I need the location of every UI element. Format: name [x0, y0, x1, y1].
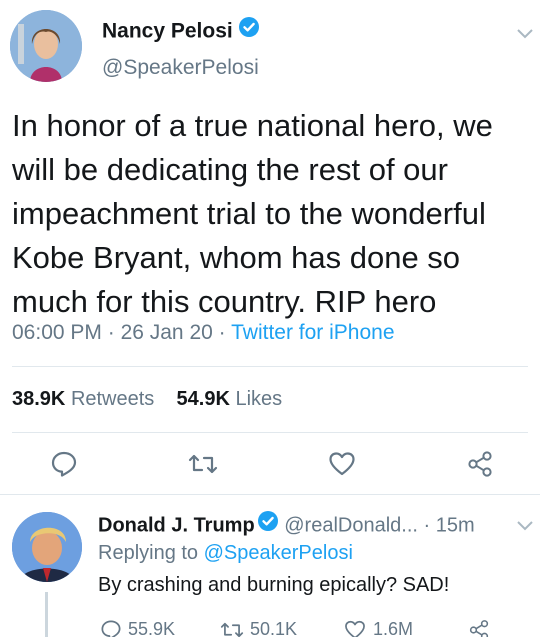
- share-icon[interactable]: [466, 450, 494, 478]
- meta-separator: ·: [212, 321, 232, 344]
- tweet-stats: 38.9K Retweets 54.9K Likes: [12, 388, 282, 411]
- like-icon[interactable]: [328, 450, 356, 478]
- replying-to-link[interactable]: @SpeakerPelosi: [204, 542, 353, 564]
- reply-author-name[interactable]: Donald J. Trump: [98, 514, 255, 536]
- retweets-label: Retweets: [70, 388, 155, 410]
- verified-badge-icon: [257, 510, 279, 538]
- reply-reply-count: 55.9K: [128, 619, 176, 637]
- divider: [12, 432, 528, 433]
- reply-share-stat[interactable]: [468, 619, 496, 637]
- divider: [0, 494, 540, 495]
- chevron-down-icon[interactable]: [516, 26, 534, 44]
- tweet-meta: 06:00 PM · 26 Jan 20 · Twitter for iPhon…: [12, 321, 395, 345]
- reply-author-handle[interactable]: @realDonald...: [284, 514, 418, 536]
- author-avatar[interactable]: [10, 10, 82, 82]
- retweet-icon: [220, 619, 250, 637]
- thread-line: [45, 592, 48, 637]
- replying-to: Replying to @SpeakerPelosi: [98, 542, 353, 565]
- reply-icon: [100, 619, 128, 637]
- reply-like-stat[interactable]: 1.6M: [343, 619, 413, 637]
- tweet-source-link[interactable]: Twitter for iPhone: [231, 321, 394, 344]
- meta-separator: ·: [101, 321, 121, 344]
- retweets-stat[interactable]: 38.9K Retweets: [12, 388, 154, 410]
- reply-time[interactable]: · 15m: [424, 514, 475, 536]
- reply-reply-stat[interactable]: 55.9K: [100, 619, 175, 637]
- divider: [12, 366, 528, 367]
- likes-count: 54.9K: [176, 388, 230, 410]
- reply-retweet-count: 50.1K: [250, 619, 298, 637]
- tweet-time[interactable]: 06:00 PM: [12, 321, 102, 344]
- tweet-date[interactable]: 26 Jan 20: [121, 321, 213, 344]
- author-name-text[interactable]: Nancy Pelosi: [102, 20, 233, 43]
- reply-icon[interactable]: [50, 450, 78, 478]
- verified-badge-icon: [238, 16, 260, 44]
- reply-text: By crashing and burning epically? SAD!: [98, 574, 450, 596]
- reply-author-avatar[interactable]: [12, 512, 82, 582]
- share-icon: [468, 619, 496, 637]
- likes-label: Likes: [235, 388, 283, 410]
- replying-prefix: Replying to: [98, 542, 204, 564]
- chevron-down-icon[interactable]: [516, 518, 534, 536]
- author-name[interactable]: Nancy Pelosi: [102, 16, 260, 46]
- tweet-text: In honor of a true national hero, we wil…: [12, 108, 493, 319]
- reply-header: Donald J. Trump @realDonald... · 15m: [98, 510, 475, 540]
- author-handle[interactable]: @SpeakerPelosi: [102, 56, 259, 80]
- retweets-count: 38.9K: [12, 388, 66, 410]
- retweet-icon[interactable]: [188, 450, 218, 478]
- reply-retweet-stat[interactable]: 50.1K: [220, 619, 297, 637]
- likes-stat[interactable]: 54.9K Likes: [177, 388, 283, 410]
- reply-like-count: 1.6M: [373, 619, 414, 637]
- like-icon: [343, 619, 373, 637]
